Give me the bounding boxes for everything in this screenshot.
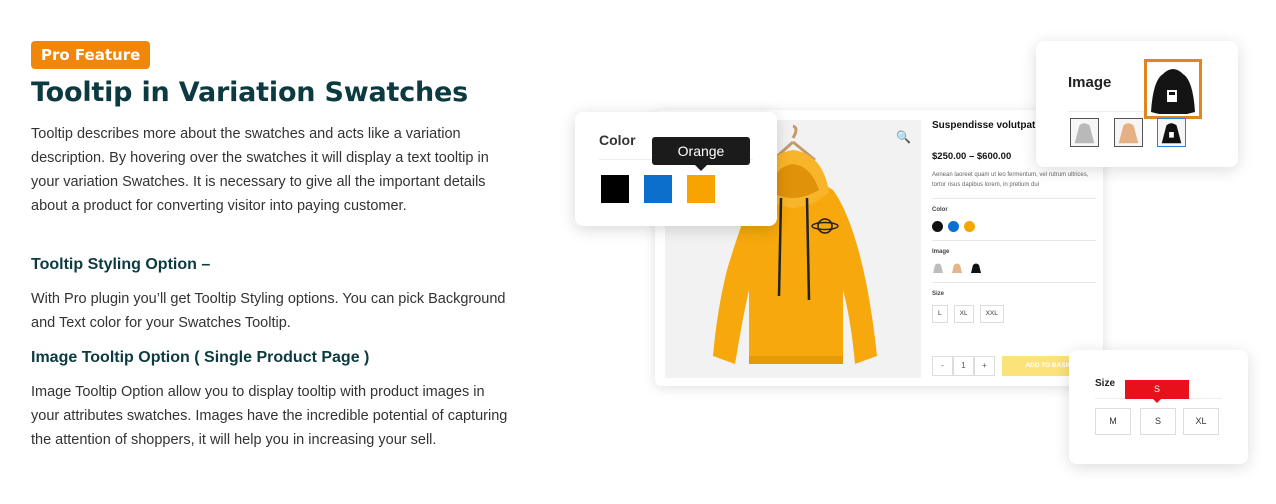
grey-hoodie-thumb[interactable]	[1070, 118, 1099, 147]
beige-hoodie-swatch[interactable]	[951, 262, 963, 274]
size-tooltip: S	[1125, 380, 1189, 403]
image-preview-tooltip	[1144, 59, 1202, 119]
black-hoodie-thumb[interactable]	[1157, 118, 1186, 147]
qty-minus-button[interactable]: -	[932, 356, 953, 376]
page-title: Tooltip in Variation Swatches	[31, 77, 469, 108]
size-attribute-label: Size	[932, 291, 945, 297]
intro-paragraph: Tooltip describes more about the swatche…	[31, 126, 489, 214]
image-swatch-row	[932, 262, 1096, 274]
product-description: Aenean laoreet quam ut leo fermentum, ve…	[932, 172, 1089, 188]
image-attribute-label: Image	[932, 249, 950, 255]
grey-hoodie-swatch[interactable]	[932, 262, 944, 274]
pro-feature-badge: Pro Feature	[31, 41, 151, 69]
black-hoodie-icon	[1151, 69, 1195, 114]
orange-tooltip: Orange	[652, 137, 750, 171]
beige-hoodie-thumb[interactable]	[1114, 118, 1143, 147]
color-swatch-blue[interactable]	[948, 221, 959, 232]
size-tooltip-popup: Size S M S XL	[1069, 350, 1248, 464]
color-swatch-black[interactable]	[932, 221, 943, 232]
size-swatch-xl[interactable]: XL	[953, 305, 974, 323]
size-popup-label: Size	[1095, 378, 1116, 389]
popup-swatch-black[interactable]	[601, 175, 629, 203]
size-swatch-row: L XL XXL	[932, 305, 1096, 323]
color-popup-label: Color	[599, 132, 636, 148]
black-hoodie-swatch[interactable]	[970, 262, 982, 274]
popup-swatch-orange[interactable]	[687, 175, 715, 203]
size-swatch-xxl[interactable]: XXL	[979, 305, 1004, 323]
size-button-m[interactable]: M	[1095, 408, 1131, 435]
divider	[932, 198, 1096, 199]
quantity-stepper: - 1 +	[932, 356, 995, 376]
image-tooltip-heading: Image Tooltip Option ( Single Product Pa…	[31, 349, 370, 366]
image-popup-label: Image	[1068, 74, 1112, 91]
color-swatch-row	[932, 221, 1096, 232]
qty-input[interactable]: 1	[953, 356, 974, 376]
image-tooltip-paragraph: Image Tooltip Option allow you to displa…	[31, 384, 508, 448]
size-swatch-l[interactable]: L	[932, 305, 948, 323]
color-tooltip-popup: Color	[575, 112, 777, 226]
color-swatch-orange[interactable]	[964, 221, 975, 232]
qty-plus-button[interactable]: +	[974, 356, 995, 376]
color-attribute-label: Color	[932, 207, 948, 213]
divider	[932, 282, 1096, 283]
styling-option-paragraph: With Pro plugin you’ll get Tooltip Styli…	[31, 291, 506, 331]
size-button-xl[interactable]: XL	[1183, 408, 1219, 435]
divider	[932, 240, 1096, 241]
styling-option-heading: Tooltip Styling Option –	[31, 256, 211, 273]
image-tooltip-popup: Image	[1036, 41, 1238, 167]
popup-swatch-blue[interactable]	[644, 175, 672, 203]
size-button-s[interactable]: S	[1140, 408, 1176, 435]
